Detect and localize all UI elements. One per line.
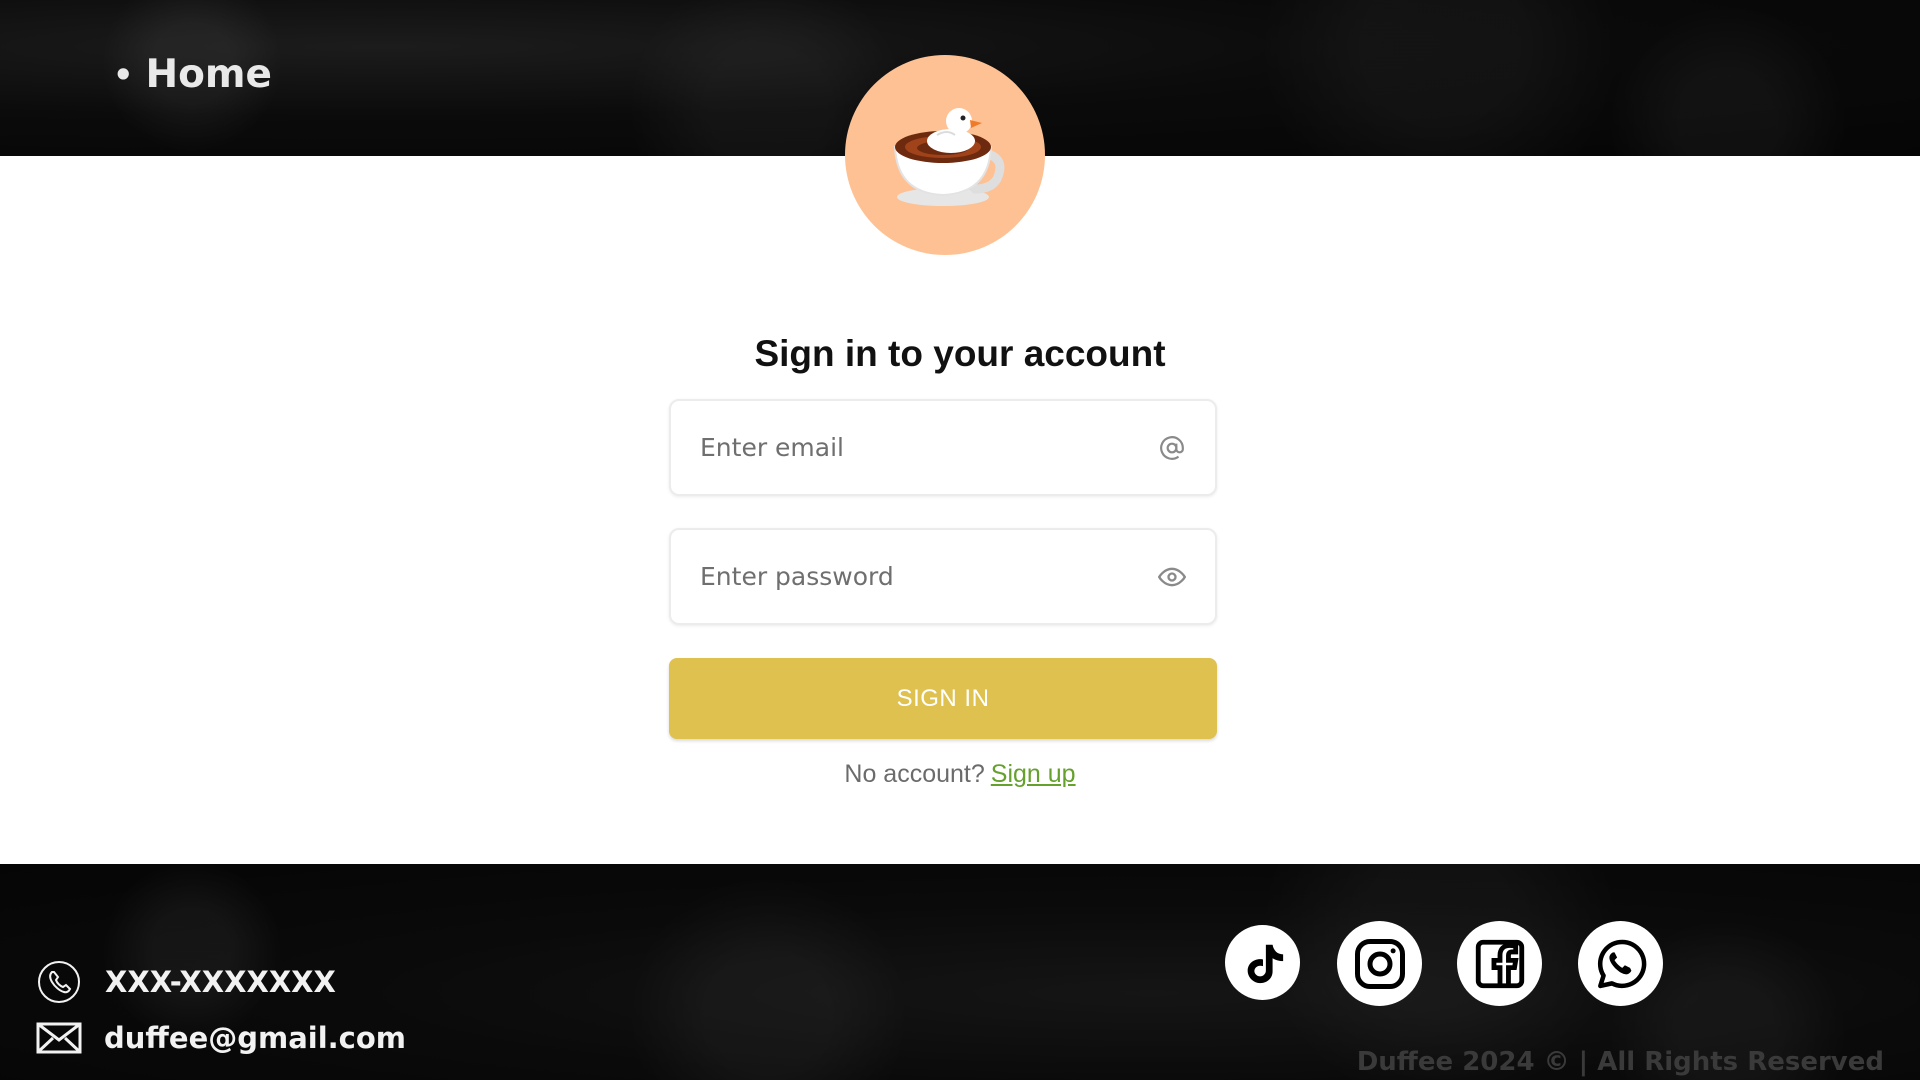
nav-home-label: Home	[145, 52, 272, 97]
email-input[interactable]	[700, 433, 1157, 462]
instagram-icon[interactable]	[1337, 921, 1422, 1006]
eye-icon[interactable]	[1157, 562, 1187, 592]
phone-number: XXX-XXXXXXX	[105, 965, 336, 999]
whatsapp-icon[interactable]	[1578, 921, 1663, 1006]
nav-bullet: •	[113, 55, 134, 94]
password-input[interactable]	[700, 562, 1157, 591]
facebook-icon[interactable]	[1457, 921, 1542, 1006]
brand-logo	[845, 55, 1045, 255]
email-address: duffee@gmail.com	[104, 1021, 407, 1055]
sign-in-button[interactable]: SIGN IN	[669, 658, 1217, 739]
at-sign-icon	[1157, 433, 1187, 463]
footer-phone: XXX-XXXXXXX	[37, 960, 336, 1004]
footer-email: duffee@gmail.com	[36, 1021, 406, 1055]
nav-home-link[interactable]: • Home	[113, 52, 272, 97]
copyright-text: Duffee 2024 © | All Rights Reserved	[1356, 1047, 1884, 1077]
footer-bar: XXX-XXXXXXX duffee@gmail.com Duffee 2024…	[0, 864, 1920, 1080]
phone-icon	[37, 960, 81, 1004]
signup-prompt-text: No account?	[844, 760, 985, 788]
signup-prompt: No account? Sign up	[0, 760, 1920, 789]
mail-icon	[36, 1022, 82, 1054]
password-field[interactable]	[669, 528, 1217, 625]
signin-section: Sign in to your account SIGN IN No accou…	[0, 156, 1920, 864]
tiktok-icon[interactable]	[1225, 925, 1300, 1000]
sign-up-link[interactable]: Sign up	[991, 760, 1076, 788]
email-field[interactable]	[669, 399, 1217, 496]
duck-coffee-cup-icon	[893, 108, 1005, 206]
signin-title: Sign in to your account	[754, 333, 1166, 374]
